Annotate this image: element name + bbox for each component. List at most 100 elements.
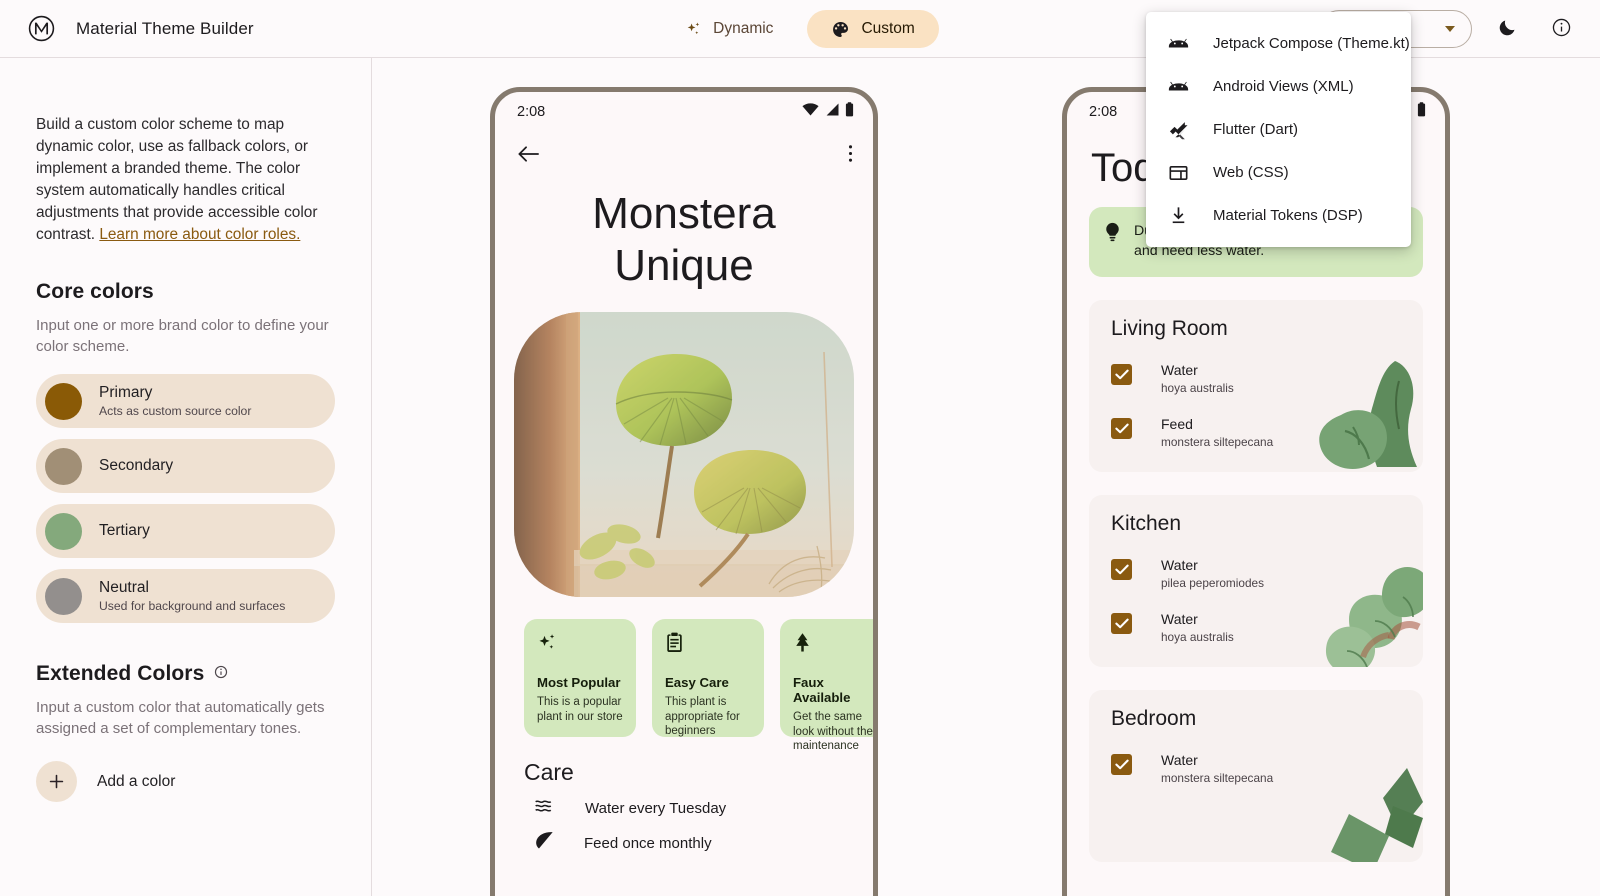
task-plant: hoya australis: [1161, 381, 1234, 395]
care-item: Water every Tuesday: [495, 786, 873, 819]
menu-item-material-tokens[interactable]: Material Tokens (DSP): [1146, 194, 1411, 237]
color-dot[interactable]: [45, 447, 82, 485]
back-arrow-icon[interactable]: [517, 144, 540, 169]
sparkles-icon: [685, 21, 702, 38]
task-name: Feed: [1161, 416, 1193, 432]
extended-colors-description: Input a custom color that automatically …: [36, 699, 325, 737]
task-name: Water: [1161, 611, 1198, 627]
left-sidebar: Build a custom color scheme to map dynam…: [0, 58, 372, 896]
web-layout-icon: [1166, 164, 1191, 182]
task-checkbox[interactable]: [1111, 418, 1132, 439]
sparkles-icon: [537, 634, 558, 657]
tab-dynamic[interactable]: Dynamic: [661, 10, 797, 48]
battery-icon: [845, 102, 854, 122]
app-title: Material Theme Builder: [76, 18, 254, 38]
task-row: Water monstera siltepecana: [1111, 752, 1423, 785]
extended-colors-header: Extended Colors: [36, 662, 335, 686]
tab-dynamic-label: Dynamic: [713, 20, 774, 37]
learn-more-link[interactable]: Learn more about color roles.: [99, 226, 300, 243]
status-time: 2:08: [517, 104, 546, 120]
feature-chip[interactable]: Faux Available Get the same look without…: [780, 619, 873, 752]
room-title: Kitchen: [1111, 512, 1182, 535]
feature-chip-title: Faux Available: [793, 675, 851, 705]
care-item: Feed once monthly: [495, 819, 873, 855]
room-title: Bedroom: [1111, 707, 1197, 730]
tab-custom[interactable]: Custom: [807, 10, 939, 48]
info-button[interactable]: [1542, 10, 1580, 48]
swatch-label: Tertiary: [99, 522, 150, 539]
task-plant: hoya australis: [1161, 630, 1234, 644]
task-row: Feed monstera siltepecana: [1111, 416, 1423, 449]
feature-chip-row: Most Popular This is a popular plant in …: [495, 597, 873, 752]
task-checkbox[interactable]: [1111, 613, 1132, 634]
menu-item-label: Web (CSS): [1213, 164, 1289, 181]
sidebar-intro-text: Build a custom color scheme to map dynam…: [36, 116, 318, 243]
plant-hero-image: [514, 312, 854, 597]
task-name: Water: [1161, 752, 1198, 768]
swatch-row-primary[interactable]: Primary Acts as custom source color: [36, 374, 335, 428]
task-checkbox[interactable]: [1111, 364, 1132, 385]
task-name: Water: [1161, 557, 1198, 573]
core-colors-description: Input one or more brand color to define …: [36, 317, 329, 355]
color-dot[interactable]: [45, 512, 82, 550]
task-plant: monstera siltepecana: [1161, 771, 1274, 785]
core-color-list: Primary Acts as custom source color Seco…: [36, 374, 335, 623]
color-dot[interactable]: [45, 577, 82, 615]
feature-chip[interactable]: Easy Care This plant is appropriate for …: [652, 619, 764, 737]
wifi-icon: [802, 103, 819, 121]
leaf-icon: [534, 831, 555, 855]
menu-item-label: Jetpack Compose (Theme.kt): [1213, 35, 1410, 52]
palette-icon: [831, 20, 850, 39]
add-a-color-button[interactable]: Add a color: [36, 761, 335, 802]
android-icon: [1166, 79, 1191, 94]
task-plant: pilea peperomiodes: [1161, 576, 1264, 590]
room-title: Living Room: [1111, 317, 1228, 340]
task-checkbox[interactable]: [1111, 754, 1132, 775]
menu-item-web-css[interactable]: Web (CSS): [1146, 151, 1411, 194]
tree-icon: [793, 633, 812, 657]
room-card-living-room: Living Room Water hoya australis Feed mo…: [1089, 300, 1423, 472]
download-icon: [1166, 206, 1191, 225]
menu-item-android-views[interactable]: Android Views (XML): [1146, 65, 1411, 108]
task-row: Water pilea peperomiodes: [1111, 557, 1423, 590]
status-time: 2:08: [1089, 104, 1118, 120]
more-vert-icon[interactable]: [848, 143, 853, 169]
signal-icon: [824, 103, 840, 121]
feature-chip-body: This is a popular plant in our store: [537, 696, 623, 723]
dark-mode-toggle[interactable]: [1488, 10, 1526, 48]
menu-item-jetpack-compose[interactable]: Jetpack Compose (Theme.kt): [1146, 22, 1411, 65]
swatch-row-secondary[interactable]: Secondary: [36, 439, 335, 493]
info-circle-icon[interactable]: [214, 665, 228, 684]
plant-title: Monstera Unique: [592, 189, 776, 290]
menu-item-flutter[interactable]: Flutter (Dart): [1146, 108, 1411, 151]
task-row: Water hoya australis: [1111, 611, 1423, 644]
material-logo-icon: [28, 15, 55, 42]
lightbulb-icon: [1104, 222, 1121, 261]
task-name: Water: [1161, 362, 1198, 378]
export-format-menu: Jetpack Compose (Theme.kt) Android Views…: [1146, 12, 1411, 247]
flutter-icon: [1166, 120, 1191, 140]
feature-chip-body: This plant is appropriate for beginners: [665, 696, 740, 737]
menu-item-label: Flutter (Dart): [1213, 121, 1299, 138]
care-item-text: Feed once monthly: [584, 834, 712, 852]
preview-canvas: 2:08 Monstera Unique Most Popular This i…: [372, 58, 1600, 896]
water-waves-icon: [534, 798, 556, 819]
task-checkbox[interactable]: [1111, 559, 1132, 580]
status-bar: 2:08: [495, 92, 873, 132]
app-bar: [495, 132, 873, 180]
status-icons: [802, 102, 854, 122]
add-a-color-label: Add a color: [97, 772, 176, 790]
brand: Material Theme Builder: [0, 15, 254, 42]
swatch-label: Primary: [99, 384, 153, 401]
sidebar-intro: Build a custom color scheme to map dynam…: [36, 114, 335, 246]
extended-colors-heading: Extended Colors: [36, 662, 205, 685]
swatch-row-tertiary[interactable]: Tertiary: [36, 504, 335, 558]
swatch-row-neutral[interactable]: Neutral Used for background and surfaces: [36, 569, 335, 623]
feature-chip[interactable]: Most Popular This is a popular plant in …: [524, 619, 636, 737]
menu-item-label: Android Views (XML): [1213, 78, 1354, 95]
clipboard-icon: [665, 632, 684, 657]
color-dot[interactable]: [45, 382, 82, 420]
feature-chip-body: Get the same look without the maintenanc…: [793, 711, 873, 752]
moon-icon: [1497, 17, 1518, 41]
feature-chip-title: Most Popular: [537, 675, 621, 690]
